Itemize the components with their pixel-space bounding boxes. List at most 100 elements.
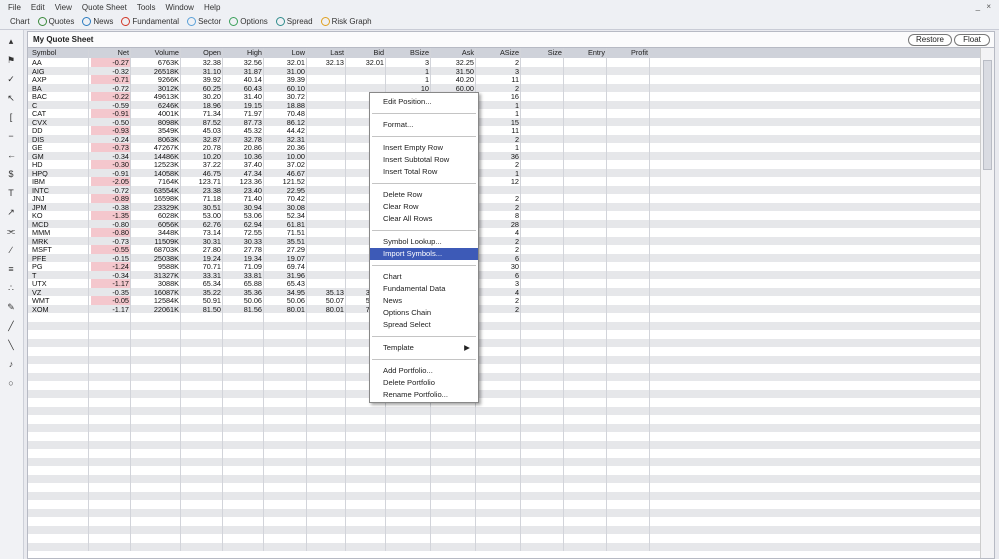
table-row[interactable]: BA -0.72 3012K 60.25 60.43 60.10 10 60.00 2 bbox=[28, 83, 980, 92]
table-row[interactable]: CAT-0.914001K71.3471.9770.48373.501 bbox=[28, 109, 980, 117]
context-menu-import-symbols[interactable]: Import Symbols... bbox=[370, 248, 478, 260]
context-menu-news[interactable]: News bbox=[370, 295, 478, 307]
table-row[interactable]: JPM-0.3823329K30.5130.9430.08430.492 bbox=[28, 202, 980, 211]
cycle-icon[interactable]: ○ bbox=[7, 378, 15, 388]
context-menu-delete-portfolio[interactable]: Delete Portfolio bbox=[370, 377, 478, 389]
fan-icon[interactable]: ∴ bbox=[7, 283, 15, 293]
table-row[interactable]: PG-1.249588K70.7171.0969.74870.2630 bbox=[28, 262, 980, 270]
table-row[interactable]: HD-0.3012523K37.2237.4037.021337.432 bbox=[28, 160, 980, 168]
arrow-icon[interactable]: ← bbox=[7, 150, 16, 160]
column-header-ask[interactable]: Ask bbox=[432, 48, 474, 58]
table-row[interactable]: MCD-0.806056K62.7662.9461.81262.8128 bbox=[28, 219, 980, 228]
sound-icon[interactable]: ♪ bbox=[7, 359, 15, 369]
toolbar-sector-button[interactable]: Sector bbox=[187, 17, 221, 26]
toolbar-quotes-button[interactable]: Quotes bbox=[37, 17, 74, 26]
restore-button[interactable]: Restore bbox=[908, 34, 952, 46]
column-header-open[interactable]: Open bbox=[182, 48, 221, 58]
empty-row[interactable] bbox=[28, 440, 980, 449]
trend-icon[interactable]: ↗ bbox=[7, 207, 15, 217]
table-row[interactable]: INTC-0.7263554K23.3823.4022.9560.00 bbox=[28, 185, 980, 194]
table-row[interactable]: VZ-0.3516087K35.2235.3634.9535.1334.9013… bbox=[28, 287, 980, 296]
table-row[interactable]: CVX-0.508098K87.5287.7386.12186.5415 bbox=[28, 117, 980, 126]
menu-window[interactable]: Window bbox=[166, 3, 194, 12]
context-menu-insert-empty-row[interactable]: Insert Empty Row bbox=[370, 142, 478, 154]
empty-row[interactable] bbox=[28, 542, 980, 551]
column-header-size[interactable]: Size bbox=[522, 48, 562, 58]
column-header-net[interactable]: Net bbox=[91, 48, 129, 58]
menu-quote-sheet[interactable]: Quote Sheet bbox=[82, 3, 127, 12]
draw-icon[interactable]: ╱ bbox=[7, 321, 15, 331]
empty-row[interactable] bbox=[28, 483, 980, 492]
pencil-icon[interactable]: ✎ bbox=[7, 302, 15, 312]
empty-row[interactable] bbox=[28, 355, 980, 364]
table-row[interactable]: AXP -0.71 9266K 39.92 40.14 39.39 1 40.20 11 bbox=[28, 75, 980, 83]
empty-row[interactable] bbox=[28, 398, 980, 407]
toolbar-spread-button[interactable]: Spread bbox=[275, 17, 313, 26]
empty-row[interactable] bbox=[28, 321, 980, 330]
table-row[interactable]: DD-0.933549K45.0345.3244.421045.5311 bbox=[28, 126, 980, 134]
table-row[interactable]: GE-0.7347267K20.7820.8620.36120.341 bbox=[28, 143, 980, 151]
empty-row[interactable] bbox=[28, 474, 980, 483]
table-row[interactable]: BAC-0.2249613K30.2031.4030.72131.2916 bbox=[28, 92, 980, 100]
table-row[interactable]: MRK-0.7311509K30.3130.3335.511536.072 bbox=[28, 236, 980, 245]
context-menu-fundamental-data[interactable]: Fundamental Data bbox=[370, 283, 478, 295]
table-row[interactable]: KO-1.356028K53.0053.0652.34252.288 bbox=[28, 211, 980, 219]
toolbar-news-button[interactable]: News bbox=[82, 17, 113, 26]
toolbar-options-button[interactable]: Options bbox=[229, 17, 268, 26]
context-menu-template[interactable]: Template ▶ bbox=[370, 342, 478, 354]
empty-row[interactable] bbox=[28, 330, 980, 339]
context-menu-symbol-lookup[interactable]: Symbol Lookup... bbox=[370, 236, 478, 248]
empty-row[interactable] bbox=[28, 338, 980, 347]
menu-file[interactable]: File bbox=[8, 3, 21, 12]
context-menu-edit-position[interactable]: Edit Position... bbox=[370, 96, 478, 108]
column-header-last[interactable]: Last bbox=[308, 48, 344, 58]
table-row[interactable]: MSFT-0.5568703K27.8027.7827.29126.252 bbox=[28, 245, 980, 253]
price-icon[interactable]: $ bbox=[7, 169, 15, 179]
empty-row[interactable] bbox=[28, 508, 980, 517]
bracket-icon[interactable]: [ bbox=[7, 112, 15, 122]
table-row[interactable]: DIS-0.248063K32.8732.7832.31132.492 bbox=[28, 134, 980, 143]
column-header-low[interactable]: Low bbox=[265, 48, 305, 58]
empty-row[interactable] bbox=[28, 432, 980, 441]
empty-row[interactable] bbox=[28, 534, 980, 543]
table-row[interactable]: T-0.3431327K33.3133.8131.963032.096 bbox=[28, 270, 980, 279]
toolbar-risk-graph-button[interactable]: Risk Graph bbox=[320, 17, 372, 26]
column-header-profit[interactable]: Profit bbox=[608, 48, 648, 58]
column-header-entry[interactable]: Entry bbox=[565, 48, 605, 58]
text-icon[interactable]: T bbox=[7, 188, 15, 198]
context-menu-rename-portfolio[interactable]: Rename Portfolio... bbox=[370, 389, 478, 401]
context-menu-chart[interactable]: Chart bbox=[370, 271, 478, 283]
line-icon[interactable]: ∕ bbox=[7, 245, 15, 255]
menu-view[interactable]: View bbox=[55, 3, 72, 12]
menu-help[interactable]: Help bbox=[204, 3, 220, 12]
context-menu-delete-row[interactable]: Delete Row bbox=[370, 189, 478, 201]
empty-row[interactable] bbox=[28, 500, 980, 509]
column-header-asize[interactable]: ASize bbox=[477, 48, 519, 58]
column-header-bid[interactable]: Bid bbox=[347, 48, 384, 58]
float-button[interactable]: Float bbox=[954, 34, 990, 46]
column-header-symbol[interactable]: Symbol bbox=[32, 48, 87, 58]
empty-row[interactable] bbox=[28, 347, 980, 356]
check-icon[interactable]: ✓ bbox=[7, 74, 15, 84]
context-menu-insert-total-row[interactable]: Insert Total Row bbox=[370, 166, 478, 178]
empty-row[interactable] bbox=[28, 364, 980, 373]
context-menu-insert-subtotal-row[interactable]: Insert Subtotal Row bbox=[370, 154, 478, 166]
pointer-icon[interactable]: ↖ bbox=[7, 93, 15, 103]
empty-row[interactable] bbox=[28, 491, 980, 500]
column-header-bsize[interactable]: BSize bbox=[387, 48, 429, 58]
column-header-volume[interactable]: Volume bbox=[132, 48, 179, 58]
window-controls[interactable]: _ × bbox=[976, 2, 993, 11]
table-row[interactable]: GM-0.3414486K10.2010.3610.00310.0936 bbox=[28, 151, 980, 160]
table-row[interactable]: XOM-1.1722061K81.5081.5680.0180.0179.981… bbox=[28, 304, 980, 313]
empty-row[interactable] bbox=[28, 415, 980, 424]
pin-icon[interactable]: ▴ bbox=[7, 36, 15, 46]
empty-row[interactable] bbox=[28, 381, 980, 390]
context-menu-add-portfolio[interactable]: Add Portfolio... bbox=[370, 365, 478, 377]
empty-row[interactable] bbox=[28, 389, 980, 398]
empty-row[interactable] bbox=[28, 423, 980, 432]
table-row[interactable]: AA -0.27 6763K 32.38 32.56 32.01 32.13 32.01 3 32… bbox=[28, 58, 980, 66]
empty-row[interactable] bbox=[28, 517, 980, 526]
toolbar-chart-button[interactable]: Chart bbox=[10, 17, 30, 26]
empty-row[interactable] bbox=[28, 313, 980, 322]
context-menu-spread-select[interactable]: Spread Select bbox=[370, 319, 478, 331]
